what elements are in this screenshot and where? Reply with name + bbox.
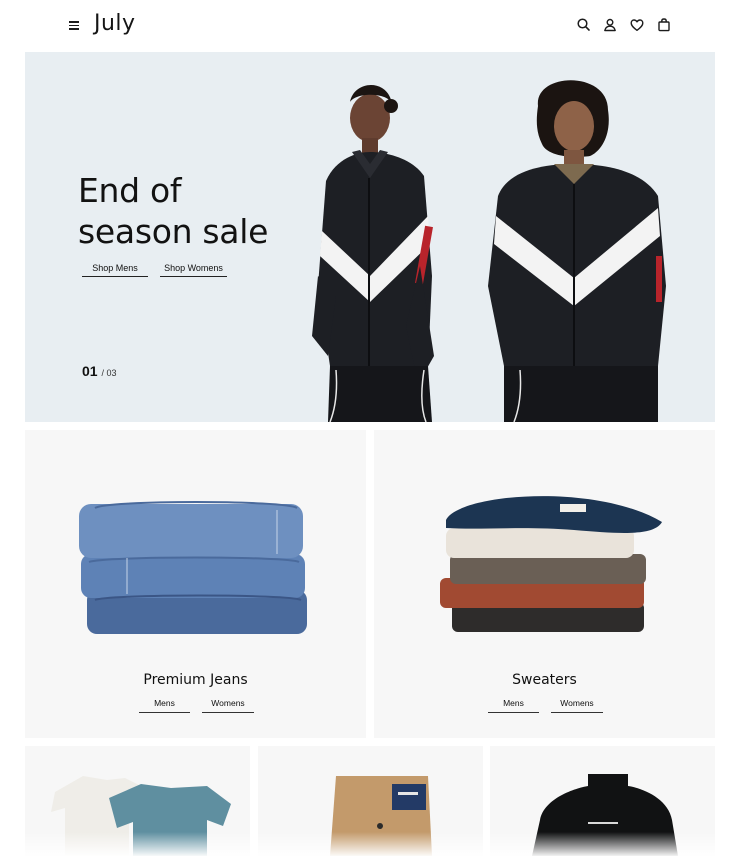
- hero-title: End of season sale: [78, 171, 269, 251]
- site-logo[interactable]: July: [94, 11, 136, 36]
- bag-icon[interactable]: [655, 16, 673, 34]
- user-icon[interactable]: [601, 16, 619, 34]
- jeans-womens-link[interactable]: Womens: [202, 698, 254, 713]
- search-icon[interactable]: [575, 16, 593, 34]
- bottom-fade: [0, 832, 740, 856]
- slide-counter: 01 / 03: [82, 363, 116, 379]
- shop-womens-link[interactable]: Shop Womens: [160, 263, 227, 277]
- site-header: July: [0, 0, 740, 52]
- slide-current: 01: [82, 363, 98, 379]
- tile-title: Premium Jeans: [143, 672, 248, 688]
- jeans-image: [79, 501, 307, 634]
- jeans-mens-link[interactable]: Mens: [139, 698, 190, 713]
- sweaters-mens-link[interactable]: Mens: [488, 698, 539, 713]
- sweaters-image: [440, 496, 662, 632]
- slide-total: / 03: [101, 368, 117, 378]
- category-tile-jeans[interactable]: Premium Jeans Mens Womens: [25, 430, 366, 738]
- hero-models-image: [312, 80, 666, 422]
- sweaters-womens-link[interactable]: Womens: [551, 698, 603, 713]
- menu-icon[interactable]: [66, 17, 82, 33]
- tile-title: Sweaters: [512, 672, 577, 688]
- heart-icon[interactable]: [628, 16, 646, 34]
- category-tile-sweaters[interactable]: Sweaters Mens Womens: [374, 430, 715, 738]
- model-left: [312, 85, 434, 422]
- hero-banner: End of season sale Shop Mens Shop Womens…: [25, 52, 715, 422]
- model-right: [488, 80, 666, 422]
- shop-mens-link[interactable]: Shop Mens: [82, 263, 148, 277]
